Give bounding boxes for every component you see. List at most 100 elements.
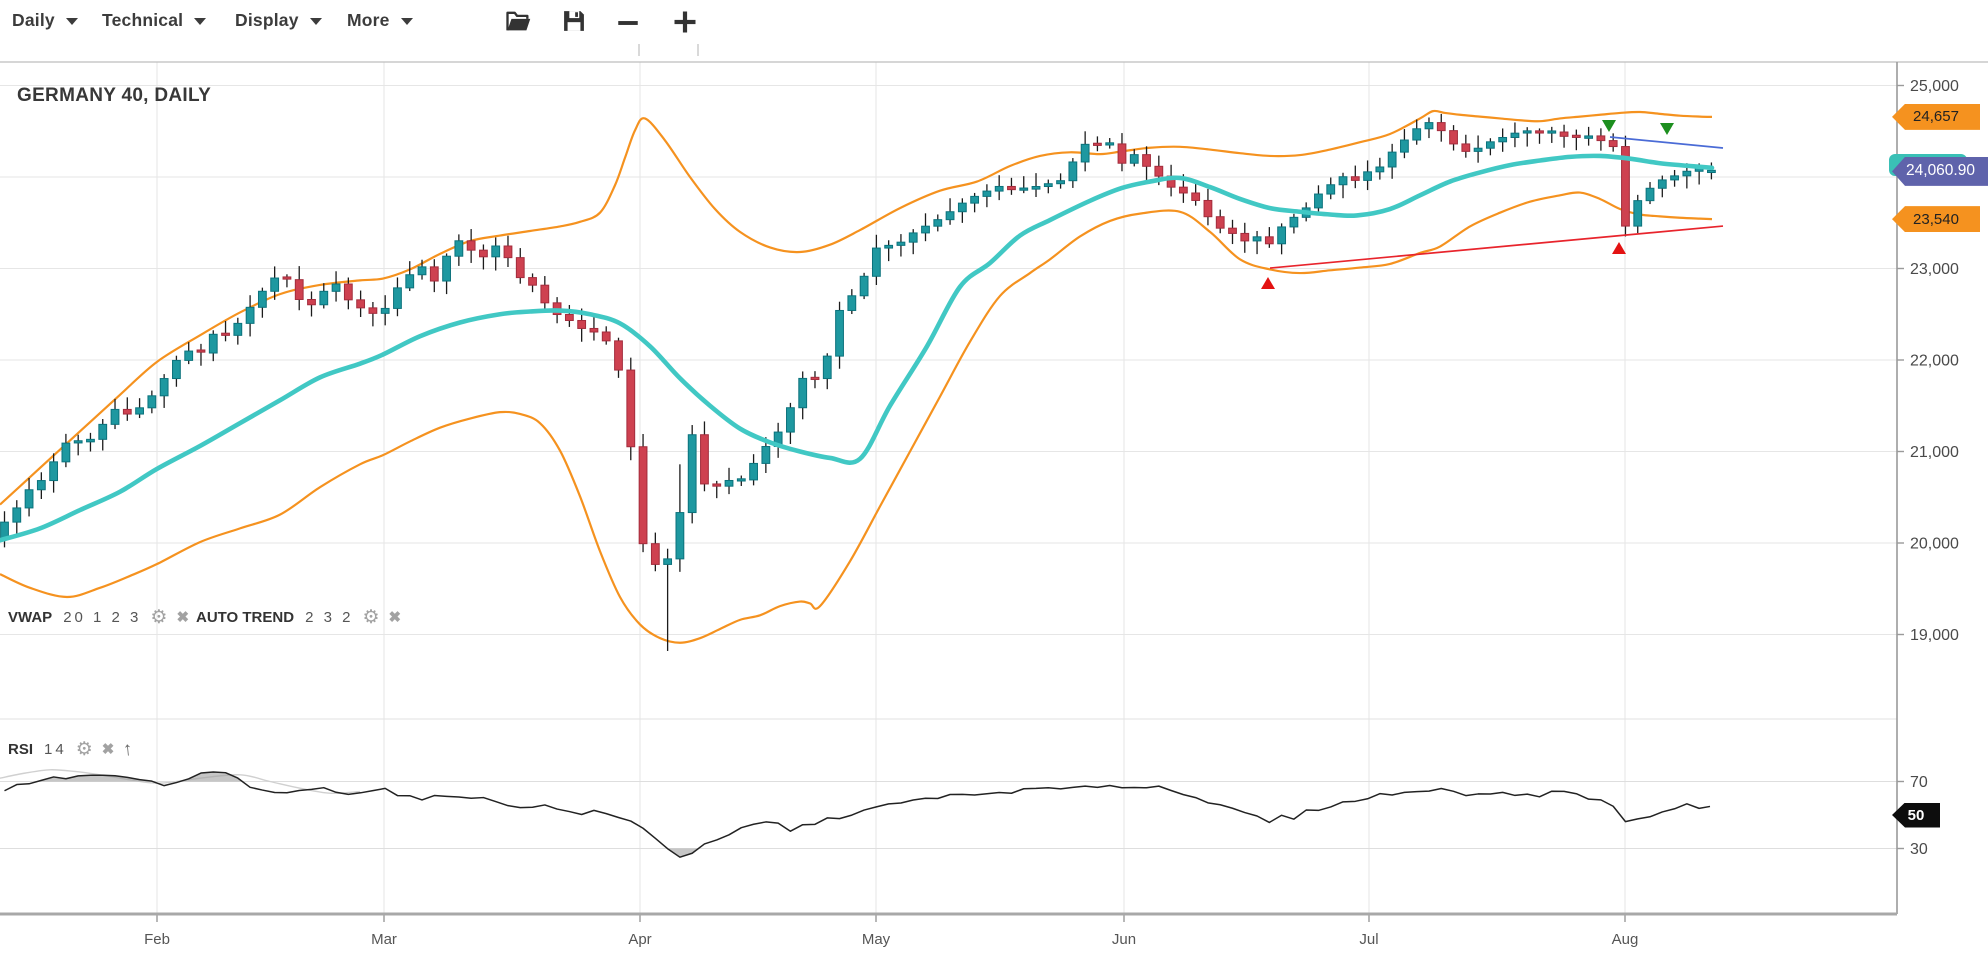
menu-technical-label: Technical xyxy=(102,10,183,31)
menu-daily-label: Daily xyxy=(12,10,55,31)
candle-up xyxy=(1069,162,1077,181)
candle-down xyxy=(1204,200,1212,216)
candle-down xyxy=(308,299,316,304)
candle-up xyxy=(1106,143,1114,145)
candle-up xyxy=(750,463,758,479)
rsi-label: RSI xyxy=(8,741,33,758)
price-tick-label: 20,000 xyxy=(1910,536,1959,553)
candle-up xyxy=(1646,188,1654,200)
gear-icon[interactable]: ⚙ xyxy=(150,608,167,627)
rsi-indicator-row: RSI 14 ⚙ ✖ ↑ xyxy=(8,740,133,759)
candle-down xyxy=(1241,233,1249,240)
candle-down xyxy=(516,258,524,278)
close-icon[interactable]: ✖ xyxy=(388,610,401,625)
rsi-line xyxy=(5,772,1711,857)
upper-band-price-value: 24,657 xyxy=(1913,108,1959,125)
toolbar: Daily Technical Display More xyxy=(0,0,1988,48)
candle-up xyxy=(320,291,328,304)
candle-up xyxy=(848,296,856,311)
candle-down xyxy=(295,280,303,300)
candle-up xyxy=(62,443,70,462)
gear-icon[interactable]: ⚙ xyxy=(76,740,93,759)
candle-down xyxy=(713,484,721,486)
candle-up xyxy=(799,378,807,407)
trend-line-support xyxy=(1270,226,1723,268)
candle-up xyxy=(1523,131,1531,133)
candle-up xyxy=(737,479,745,481)
sell-marker xyxy=(1660,123,1674,135)
candle-up xyxy=(1130,155,1138,164)
month-label: May xyxy=(862,931,891,948)
close-icon[interactable]: ✖ xyxy=(176,610,189,625)
menu-more-label: More xyxy=(347,10,390,31)
zoom-in-icon[interactable] xyxy=(671,8,699,36)
candle-up xyxy=(1425,123,1433,129)
candle-down xyxy=(123,409,131,414)
candle-up xyxy=(983,191,991,196)
menu-more[interactable]: More xyxy=(347,10,413,31)
chevron-down-icon xyxy=(66,18,78,25)
candle-down xyxy=(590,328,598,332)
candle-down xyxy=(565,315,573,321)
gear-icon[interactable]: ⚙ xyxy=(362,608,379,627)
candle-up xyxy=(1290,217,1298,227)
vwap-label: VWAP xyxy=(8,609,52,626)
chart-canvas[interactable]: FebMarAprMayJunJulAug703025,00024,00023,… xyxy=(0,0,1988,952)
candle-up xyxy=(823,356,831,378)
candle-up xyxy=(271,278,279,291)
candle-down xyxy=(578,320,586,328)
vwap-params: 20 1 2 3 xyxy=(63,609,141,626)
candle-down xyxy=(430,267,438,281)
toolbar-separator xyxy=(638,44,640,56)
save-icon[interactable] xyxy=(560,7,588,35)
candle-up xyxy=(1413,129,1421,140)
vwap-indicator-row: VWAP 20 1 2 3 ⚙ ✖ xyxy=(8,608,189,627)
bollinger-lower-band xyxy=(0,192,1712,642)
candle-up xyxy=(111,409,119,424)
chevron-down-icon xyxy=(401,18,413,25)
candle-down xyxy=(222,333,230,335)
candle-up xyxy=(946,212,954,220)
month-label: Aug xyxy=(1612,931,1639,948)
candle-up xyxy=(492,246,500,257)
candle-up xyxy=(37,481,45,490)
price-tick-label: 25,000 xyxy=(1910,78,1959,95)
auto-trend-indicator-row: AUTO TREND 2 3 2 ⚙ ✖ xyxy=(196,608,401,627)
candle-down xyxy=(504,246,512,258)
candle-down xyxy=(369,308,377,314)
candle-up xyxy=(1278,227,1286,244)
zoom-out-icon[interactable] xyxy=(615,10,643,38)
candle-up xyxy=(160,379,168,396)
candle-up xyxy=(1585,136,1593,138)
chart-plot-area[interactable]: FebMarAprMayJunJulAug703025,00024,00023,… xyxy=(0,0,1988,952)
price-tick-label: 22,000 xyxy=(1910,353,1959,370)
candle-up xyxy=(406,275,414,288)
menu-display[interactable]: Display xyxy=(235,10,322,31)
candle-up xyxy=(443,256,451,281)
candle-down xyxy=(615,341,623,370)
candle-up xyxy=(909,233,917,242)
candle-up xyxy=(1634,201,1642,226)
chevron-down-icon xyxy=(310,18,322,25)
candle-up xyxy=(934,220,942,227)
candle-down xyxy=(1179,187,1187,193)
move-pane-up-icon[interactable]: ↑ xyxy=(122,740,133,760)
menu-display-label: Display xyxy=(235,10,299,31)
candle-up xyxy=(1376,167,1384,172)
candle-up xyxy=(995,186,1003,191)
candle-down xyxy=(1560,132,1568,136)
candle-up xyxy=(74,441,82,443)
last-price-value: 24,060.90 xyxy=(1906,162,1975,180)
menu-daily[interactable]: Daily xyxy=(12,10,78,31)
candle-up xyxy=(148,396,156,408)
close-icon[interactable]: ✖ xyxy=(102,742,115,757)
candle-up xyxy=(1032,187,1040,190)
open-folder-icon[interactable] xyxy=(504,7,532,35)
candle-down xyxy=(480,250,488,257)
sell-marker xyxy=(1602,120,1616,132)
candle-up xyxy=(922,226,930,233)
candle-up xyxy=(185,351,193,360)
candle-down xyxy=(1450,131,1458,144)
candle-up xyxy=(87,439,95,442)
menu-technical[interactable]: Technical xyxy=(102,10,206,31)
